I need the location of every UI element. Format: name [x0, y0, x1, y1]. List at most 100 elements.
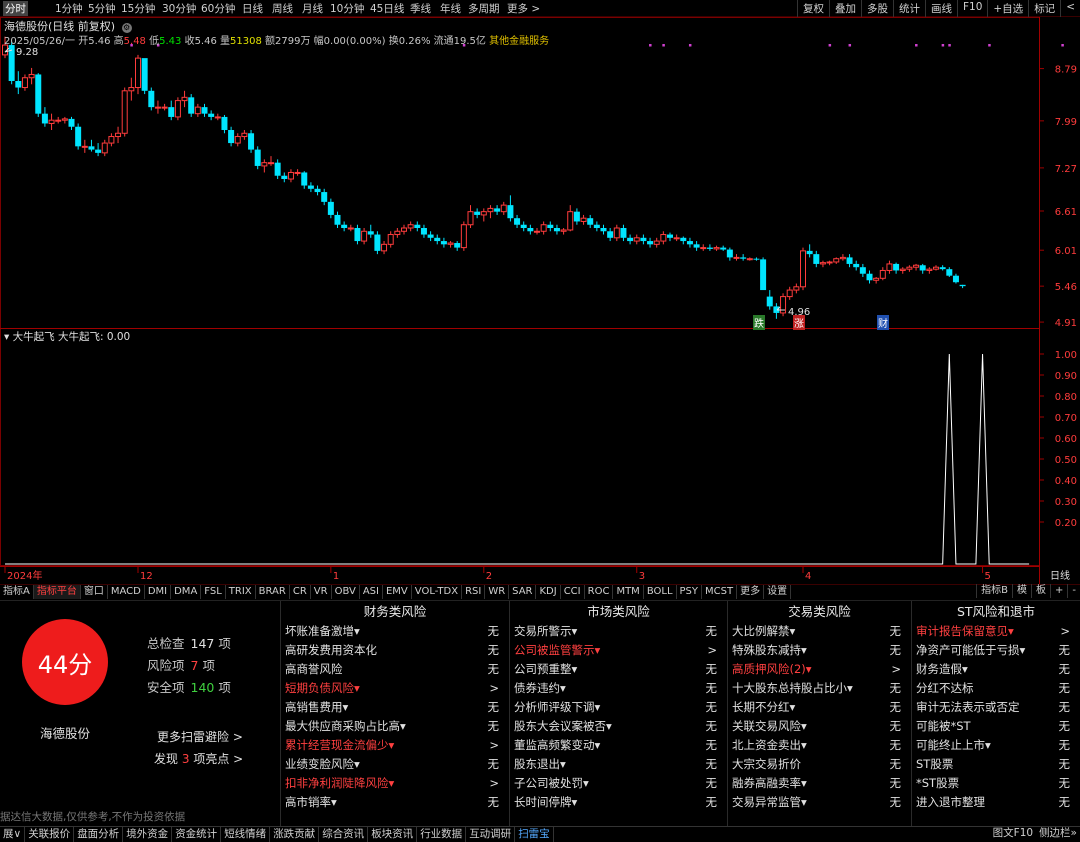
risk-item[interactable]: 公司预重整▾ 无 [510, 660, 727, 679]
tool-button-7[interactable]: 标记 [1028, 0, 1060, 17]
indicator-tab-21[interactable]: MTM [613, 585, 644, 599]
industry-link[interactable]: 其他金融服务 [489, 36, 549, 47]
indicator-tab-16[interactable]: WR [485, 585, 510, 599]
risk-item[interactable]: 大宗交易折价 无 [728, 755, 911, 774]
timeframe-11[interactable]: 季线 [410, 1, 431, 16]
indicator-tab-6[interactable]: FSL [201, 585, 226, 599]
risk-item[interactable]: 扣非净利润陡降风险▾ > [281, 774, 509, 793]
risk-item[interactable]: 可能被*ST 无 [912, 717, 1080, 736]
event-marker-finance[interactable]: 财 [877, 315, 889, 330]
indicator-tab-22[interactable]: BOLL [644, 585, 677, 599]
risk-item[interactable]: 高研发费用资本化 无 [281, 641, 509, 660]
risk-item[interactable]: 子公司被处罚▾ 无 [510, 774, 727, 793]
risk-item[interactable]: 分析师评级下调▾ 无 [510, 698, 727, 717]
indicator-tab-23[interactable]: PSY [677, 585, 703, 599]
risk-item[interactable]: 特殊股东减持▾ 无 [728, 641, 911, 660]
indicator-tab-2[interactable]: 窗口 [81, 585, 108, 599]
timeframe-2[interactable]: 5分钟 [88, 1, 116, 16]
timeframe-3[interactable]: 15分钟 [121, 1, 155, 16]
indicator-tab-17[interactable]: SAR [509, 585, 537, 599]
risk-item[interactable]: 董监高频繁变动▾ 无 [510, 736, 727, 755]
status-tab-4[interactable]: 资金统计 [172, 827, 222, 842]
indicator-tab-12[interactable]: ASI [360, 585, 383, 599]
indicator-tab-26[interactable]: 设置 [764, 585, 792, 599]
indicator-tab-9[interactable]: CR [290, 585, 311, 599]
chevron-right-icon[interactable]: > [707, 641, 717, 660]
risk-item[interactable]: 高质押风险(2)▾ > [728, 660, 911, 679]
indicator-tab-15[interactable]: RSI [462, 585, 486, 599]
timeframe-14[interactable]: 更多 > [507, 1, 540, 16]
indicator-tab-13[interactable]: EMV [383, 585, 412, 599]
timeframe-6[interactable]: 日线 [242, 1, 263, 16]
chart-area[interactable]: 8.79 7.99 7.27 6.61 6.01 5.46 4.91 1.00 0.90 0.80… [0, 17, 1080, 584]
risk-item[interactable]: 股东大会议案被否▾ 无 [510, 717, 727, 736]
risk-item[interactable]: 坏账准备激增▾ 无 [281, 622, 509, 641]
chevron-right-icon[interactable]: > [489, 774, 499, 793]
status-right-1[interactable]: 侧边栏» [1036, 826, 1080, 841]
status-tab-7[interactable]: 综合资讯 [319, 827, 369, 842]
chevron-right-icon[interactable]: > [1060, 622, 1070, 641]
indicator-tab-0[interactable]: 指标A [0, 585, 34, 599]
risk-item[interactable]: 债券违约▾ 无 [510, 679, 727, 698]
kline-chart-svg[interactable]: 8.79 7.99 7.27 6.61 6.01 5.46 4.91 1.00 0.90 0.80… [0, 17, 1080, 584]
status-tab-2[interactable]: 盘面分析 [74, 827, 124, 842]
risk-item[interactable]: 分红不达标 无 [912, 679, 1080, 698]
risk-item[interactable]: 长时间停牌▾ 无 [510, 793, 727, 812]
timeframe-13[interactable]: 多周期 [468, 1, 500, 16]
risk-item[interactable]: 累计经营现金流偏少▾ > [281, 736, 509, 755]
more-mine-scan-link[interactable]: 更多扫雷避险 > [157, 728, 243, 745]
indicator-tab-25[interactable]: 更多 [737, 585, 765, 599]
risk-item[interactable]: 净资产可能低于亏损▾ 无 [912, 641, 1080, 660]
timeframe-4[interactable]: 30分钟 [162, 1, 196, 16]
indicator-tab-5[interactable]: DMA [171, 585, 202, 599]
risk-item[interactable]: 融券高融卖率▾ 无 [728, 774, 911, 793]
indicator-tab-right-1[interactable]: 模 [1012, 584, 1031, 598]
indicator-tab-1[interactable]: 指标平台 [33, 585, 81, 599]
risk-item[interactable]: 审计报告保留意见▾ > [912, 622, 1080, 641]
indicator-tab-18[interactable]: KDJ [536, 585, 561, 599]
indicator-tab-10[interactable]: VR [311, 585, 332, 599]
status-tab-11[interactable]: 扫雷宝 [515, 827, 554, 842]
risk-item[interactable]: ST股票 无 [912, 755, 1080, 774]
status-tab-9[interactable]: 行业数据 [417, 827, 467, 842]
tool-button-6[interactable]: +自选 [987, 0, 1028, 17]
risk-item[interactable]: 关联交易风险▾ 无 [728, 717, 911, 736]
indicator-tab-3[interactable]: MACD [108, 585, 145, 599]
status-tab-5[interactable]: 短线情绪 [221, 827, 271, 842]
timeframe-10[interactable]: 45日线 [370, 1, 404, 16]
status-tab-3[interactable]: 境外资金 [123, 827, 173, 842]
risk-item[interactable]: 十大股东总持股占比小▾ 无 [728, 679, 911, 698]
chevron-down-icon[interactable]: ▾ [4, 331, 9, 343]
indicator-tab-19[interactable]: CCI [561, 585, 585, 599]
risk-item[interactable]: 高销售费用▾ 无 [281, 698, 509, 717]
indicator-tab-14[interactable]: VOL-TDX [412, 585, 463, 599]
status-tab-1[interactable]: 关联报价 [25, 827, 75, 842]
risk-item[interactable]: 大比例解禁▾ 无 [728, 622, 911, 641]
status-tab-0[interactable]: 展∨ [0, 827, 26, 842]
tool-button-4[interactable]: 画线 [924, 0, 957, 17]
chevron-right-icon[interactable]: > [489, 679, 499, 698]
risk-item[interactable]: 北上资金卖出▾ 无 [728, 736, 911, 755]
indicator-tab-right-4[interactable]: - [1067, 584, 1080, 598]
risk-item[interactable]: 进入退市整理 无 [912, 793, 1080, 812]
risk-item[interactable]: 股东退出▾ 无 [510, 755, 727, 774]
timeframe-9[interactable]: 10分钟 [330, 1, 364, 16]
risk-item[interactable]: 短期负债风险▾ > [281, 679, 509, 698]
tool-button-1[interactable]: 叠加 [828, 0, 861, 17]
status-tab-10[interactable]: 互动调研 [466, 827, 516, 842]
indicator-tab-20[interactable]: ROC [585, 585, 614, 599]
risk-item[interactable]: 财务造假▾ 无 [912, 660, 1080, 679]
risk-item[interactable]: *ST股票 无 [912, 774, 1080, 793]
timeframe-1[interactable]: 1分钟 [55, 1, 83, 16]
risk-item[interactable]: 公司被监管警示▾ > [510, 641, 727, 660]
timeframe-12[interactable]: 年线 [440, 1, 461, 16]
indicator-tab-right-2[interactable]: 板 [1031, 584, 1050, 598]
risk-item[interactable]: 高商誉风险 无 [281, 660, 509, 679]
risk-item[interactable]: 审计无法表示或否定 无 [912, 698, 1080, 717]
tool-button-5[interactable]: F10 [956, 0, 987, 17]
timeframe-7[interactable]: 周线 [272, 1, 293, 16]
risk-item[interactable]: 最大供应商采购占比高▾ 无 [281, 717, 509, 736]
highlights-link[interactable]: 发现 3 项亮点 > [154, 750, 243, 767]
indicator-tab-8[interactable]: BRAR [256, 585, 290, 599]
risk-item[interactable]: 交易所警示▾ 无 [510, 622, 727, 641]
